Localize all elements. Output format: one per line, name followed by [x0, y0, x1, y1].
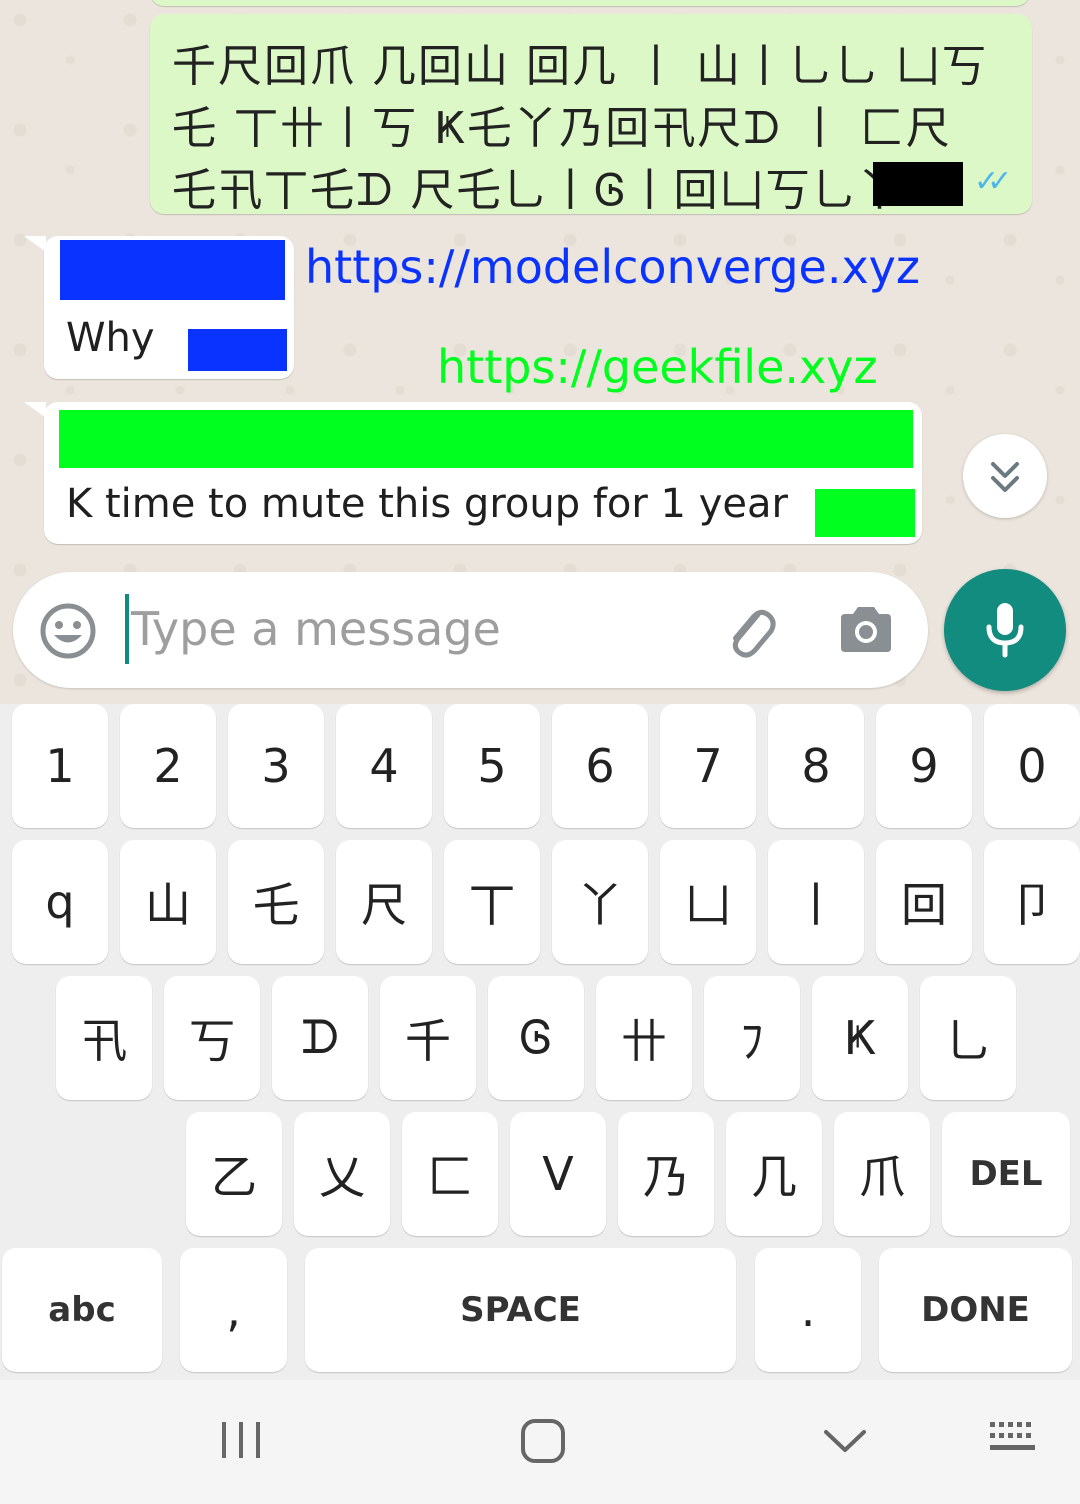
- key-p[interactable]: 卩: [984, 840, 1080, 964]
- key-6[interactable]: 6: [552, 704, 648, 828]
- overlay-link-blue: https://modelconverge.xyz: [305, 240, 921, 294]
- key-1[interactable]: 1: [12, 704, 108, 828]
- redacted-timestamp: [873, 162, 963, 206]
- delete-key[interactable]: DEL: [942, 1112, 1070, 1236]
- smiley-icon: [40, 603, 96, 659]
- key-j[interactable]: ﾌ: [704, 976, 800, 1100]
- key-e[interactable]: 乇: [228, 840, 324, 964]
- key-a[interactable]: 卂: [56, 976, 152, 1100]
- keyboard: 1 2 3 4 5 6 7 8 9 0 q 山 乇 尺 丅 丫 凵 丨 回 卩 …: [0, 704, 1080, 1380]
- incoming-message-text: Why: [66, 315, 155, 361]
- key-c[interactable]: 匚: [402, 1112, 498, 1236]
- incoming-message-text: K time to mute this group for 1 year: [66, 481, 788, 527]
- key-y[interactable]: 丫: [552, 840, 648, 964]
- emoji-button[interactable]: [39, 602, 97, 660]
- read-receipt-icon: ✓✓: [974, 164, 1012, 199]
- system-navigation-bar: [0, 1380, 1080, 1504]
- overlay-link-green: https://geekfile.xyz: [437, 340, 878, 394]
- camera-button[interactable]: [837, 604, 895, 656]
- abc-key[interactable]: abc: [2, 1248, 162, 1372]
- attach-button[interactable]: [719, 602, 779, 662]
- key-5[interactable]: 5: [444, 704, 540, 828]
- key-b[interactable]: 乃: [618, 1112, 714, 1236]
- done-key[interactable]: DONE: [879, 1248, 1072, 1372]
- key-r[interactable]: 尺: [336, 840, 432, 964]
- key-7[interactable]: 7: [660, 704, 756, 828]
- microphone-icon: [986, 603, 1024, 658]
- outgoing-message-bubble[interactable]: 千尺回爪 几回山 回几 丨 山丨乚乚 凵丂乇 丅卄丨丂 Ҝ乇丫乃回卂尺ᗪ 丨 匚…: [150, 14, 1032, 216]
- paperclip-icon: [732, 609, 776, 658]
- period-key[interactable]: .: [755, 1248, 861, 1372]
- space-key[interactable]: SPACE: [305, 1248, 736, 1372]
- key-2[interactable]: 2: [120, 704, 216, 828]
- key-u[interactable]: 凵: [660, 840, 756, 964]
- key-3[interactable]: 3: [228, 704, 324, 828]
- home-icon: [521, 1419, 565, 1463]
- double-chevron-down-icon: [991, 462, 1019, 492]
- key-f[interactable]: 千: [380, 976, 476, 1100]
- key-h[interactable]: 卄: [596, 976, 692, 1100]
- incoming-message-bubble[interactable]: Why: [44, 236, 294, 379]
- scroll-to-bottom-button[interactable]: [963, 434, 1047, 518]
- home-button[interactable]: [520, 1418, 566, 1468]
- key-4[interactable]: 4: [336, 704, 432, 828]
- key-z[interactable]: 乙: [186, 1112, 282, 1236]
- key-q[interactable]: q: [12, 840, 108, 964]
- key-v[interactable]: ᐯ: [510, 1112, 606, 1236]
- camera-icon: [841, 607, 891, 652]
- key-s[interactable]: 丂: [164, 976, 260, 1100]
- bubble-tail: [24, 402, 46, 418]
- recent-apps-button[interactable]: [216, 1418, 266, 1466]
- redacted-timestamp: [188, 329, 287, 371]
- key-9[interactable]: 9: [876, 704, 972, 828]
- text-cursor: [125, 594, 129, 664]
- key-8[interactable]: 8: [768, 704, 864, 828]
- key-i[interactable]: 丨: [768, 840, 864, 964]
- key-w[interactable]: 山: [120, 840, 216, 964]
- chevron-down-icon: [824, 1430, 866, 1452]
- redacted-sender-name: [60, 240, 285, 300]
- incoming-message-bubble[interactable]: K time to mute this group for 1 year: [44, 402, 922, 544]
- previous-message-bubble[interactable]: [150, 0, 1030, 6]
- key-n[interactable]: 几: [726, 1112, 822, 1236]
- key-x[interactable]: 乂: [294, 1112, 390, 1236]
- key-l[interactable]: 乚: [920, 976, 1016, 1100]
- hide-keyboard-button[interactable]: [822, 1426, 868, 1460]
- comma-key[interactable]: ,: [180, 1248, 287, 1372]
- message-input[interactable]: Type a message: [131, 602, 501, 656]
- key-g[interactable]: Ꮆ: [488, 976, 584, 1100]
- recent-apps-icon: [222, 1422, 260, 1458]
- key-t[interactable]: 丅: [444, 840, 540, 964]
- redacted-timestamp: [815, 489, 915, 537]
- keyboard-icon: [990, 1422, 1035, 1450]
- key-m[interactable]: 爪: [834, 1112, 930, 1236]
- key-k[interactable]: Ҝ: [812, 976, 908, 1100]
- redacted-sender-name: [59, 410, 913, 468]
- bubble-tail: [24, 236, 46, 252]
- keyboard-switch-button[interactable]: [988, 1420, 1038, 1458]
- key-d[interactable]: ᗪ: [272, 976, 368, 1100]
- key-0[interactable]: 0: [984, 704, 1080, 828]
- outgoing-message-text: 千尺回爪 几回山 回几 丨 山丨乚乚 凵丂乇 丅卄丨丂 Ҝ乇丫乃回卂尺ᗪ 丨 匚…: [172, 41, 988, 216]
- voice-record-button[interactable]: [944, 569, 1066, 691]
- message-input-bar[interactable]: Type a message: [13, 572, 928, 688]
- key-o[interactable]: 回: [876, 840, 972, 964]
